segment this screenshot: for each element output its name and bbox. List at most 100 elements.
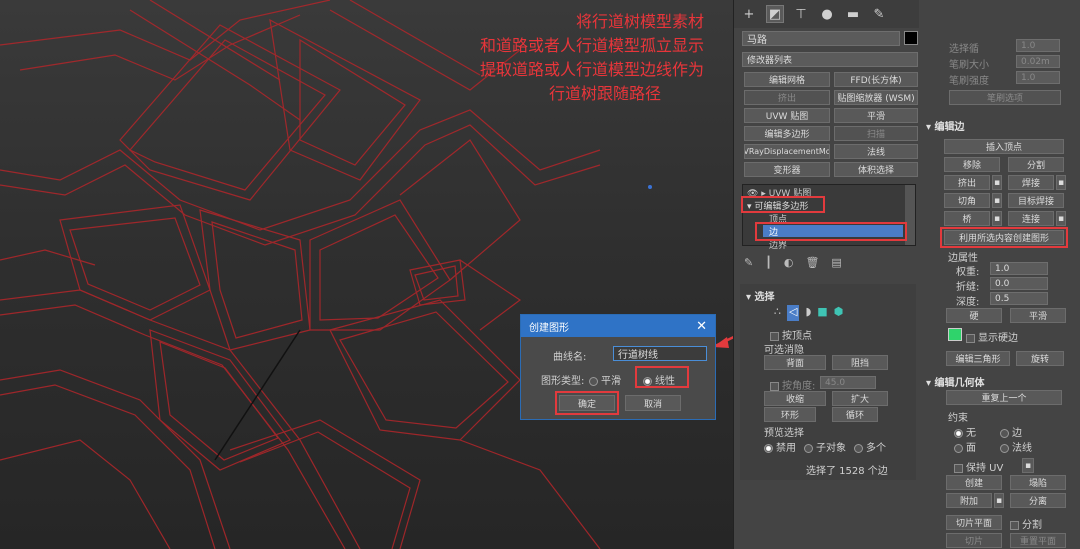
configure-modifier-sets-icon[interactable]: ▤: [831, 256, 841, 270]
insert-vertex-button[interactable]: 插入顶点: [944, 139, 1064, 154]
extrude-settings-button[interactable]: ▪: [992, 175, 1002, 190]
shrink-button[interactable]: 收缩: [764, 391, 826, 406]
weight-spinner[interactable]: 1.0: [990, 262, 1048, 275]
constraint-normal-radio[interactable]: 法线: [1000, 439, 1032, 454]
make-unique-icon[interactable]: ◐: [784, 256, 794, 270]
repeat-last-button[interactable]: 重复上一个: [946, 390, 1062, 405]
reset-plane-button[interactable]: 重置平面: [1010, 533, 1066, 548]
remove-modifier-trash-icon[interactable]: 🗑: [805, 256, 819, 270]
split-checkbox[interactable]: 分割: [1010, 516, 1042, 531]
shape-type-smooth-radio[interactable]: 平滑: [589, 372, 621, 387]
preserve-uv-settings-button[interactable]: ▪: [1022, 458, 1034, 473]
attach-button[interactable]: 附加: [946, 493, 992, 508]
edit-edges-header[interactable]: ▾ 编辑边: [926, 118, 965, 133]
modifier-button[interactable]: 平滑: [834, 108, 918, 123]
modifier-button[interactable]: UVW 贴图: [744, 108, 830, 123]
slice-button[interactable]: 切片: [946, 533, 1002, 548]
preview-disabled-label: 禁用: [776, 443, 796, 454]
modifier-button[interactable]: 编辑多边形: [744, 126, 830, 141]
hard-button[interactable]: 硬: [946, 308, 1002, 323]
depth-spinner[interactable]: 0.5: [990, 292, 1048, 305]
bridge-settings-button[interactable]: ▪: [992, 211, 1002, 226]
loop-button[interactable]: 循环: [832, 407, 878, 422]
create-tab-plus-icon[interactable]: +: [740, 5, 758, 23]
brush-options-button[interactable]: 笔刷选项: [949, 90, 1061, 105]
curve-name-input[interactable]: 行道树线: [613, 346, 707, 361]
modifier-button[interactable]: 扫描: [834, 126, 918, 141]
pin-stack-icon[interactable]: ✎: [744, 256, 753, 270]
attach-settings-button[interactable]: ▪: [994, 493, 1004, 508]
modifier-button[interactable]: 法线: [834, 144, 918, 159]
annotation-line-4: 行道树跟随路径: [548, 84, 661, 103]
crease-spinner[interactable]: 0.0: [990, 277, 1048, 290]
brush-strength-value[interactable]: 1.0: [1016, 71, 1060, 84]
extrude-button[interactable]: 挤出: [944, 175, 990, 190]
preview-disabled-radio[interactable]: 禁用: [764, 439, 796, 454]
command-panel: + ◩ ⊤ ● ▬ ✎ 马路 修改器列表 编辑网格 FFD(长方体) 挤出 贴图…: [733, 0, 1080, 549]
highlight-linear: [635, 366, 689, 388]
by-angle-checkbox[interactable]: 按角度:: [770, 377, 815, 392]
edit-triangles-button[interactable]: 编辑三角形: [946, 351, 1010, 366]
preserve-uv-checkbox[interactable]: 保持 UV: [954, 459, 1003, 474]
modifier-button[interactable]: VRayDisplacementMo: [744, 144, 830, 159]
modifier-button[interactable]: 贴图缩放器 (WSM): [834, 90, 918, 105]
split-button[interactable]: 分割: [1008, 157, 1064, 172]
modifier-button[interactable]: 挤出: [744, 90, 830, 105]
connect-settings-button[interactable]: ▪: [1056, 211, 1066, 226]
vertex-level-icon[interactable]: ∴: [774, 305, 781, 321]
turn-button[interactable]: 旋转: [1016, 351, 1064, 366]
element-level-icon[interactable]: ⬢: [834, 305, 844, 321]
preview-multi-radio[interactable]: 多个: [854, 439, 886, 454]
show-hard-edges-checkbox[interactable]: 显示硬边: [966, 329, 1018, 344]
create-button[interactable]: 创建: [946, 475, 1002, 490]
display-tab-icon[interactable]: ▬: [844, 5, 862, 23]
utilities-tab-wrench-icon[interactable]: ✎: [870, 5, 888, 23]
modifier-button[interactable]: 变形器: [744, 162, 830, 177]
brush-size-value[interactable]: 0.02m: [1016, 55, 1060, 68]
show-end-result-icon[interactable]: ┃: [765, 256, 772, 270]
backface-button[interactable]: 背面: [764, 355, 826, 370]
object-name-field[interactable]: 马路: [742, 31, 900, 46]
edge-level-icon[interactable]: ◁: [787, 305, 800, 321]
close-icon[interactable]: ✕: [696, 319, 707, 334]
motion-tab-icon[interactable]: ●: [818, 5, 836, 23]
viewport[interactable]: 将行道树模型素材 和道路或者人行道模型孤立显示 提取道路或人行道模型边线作为 行…: [0, 0, 733, 549]
modifier-button[interactable]: FFD(长方体): [834, 72, 918, 87]
modify-tab-icon[interactable]: ◩: [766, 5, 784, 23]
hard-edge-color-swatch[interactable]: [948, 328, 962, 341]
constraint-face-radio[interactable]: 面: [954, 439, 976, 454]
slice-plane-button[interactable]: 切片平面: [946, 515, 1002, 530]
highlight-edge-item: [755, 222, 907, 241]
weld-button[interactable]: 焊接: [1008, 175, 1054, 190]
modifier-button[interactable]: 编辑网格: [744, 72, 830, 87]
ring-button[interactable]: 环形: [764, 407, 816, 422]
chamfer-settings-button[interactable]: ▪: [992, 193, 1002, 208]
bridge-button[interactable]: 桥: [944, 211, 990, 226]
collapse-button[interactable]: 塌陷: [1010, 475, 1066, 490]
modifier-list-dropdown[interactable]: 修改器列表: [742, 52, 918, 67]
modifier-button[interactable]: 体积选择: [834, 162, 918, 177]
constraint-edge-radio[interactable]: 边: [1000, 424, 1022, 439]
border-level-icon[interactable]: ◗: [805, 305, 811, 321]
preview-subobject-radio[interactable]: 子对象: [804, 439, 846, 454]
connect-button[interactable]: 连接: [1008, 211, 1054, 226]
edge-properties-label: 边属性: [948, 253, 978, 264]
edit-geometry-header[interactable]: ▾ 编辑几何体: [926, 374, 985, 389]
by-vertex-checkbox[interactable]: 按顶点: [770, 327, 812, 342]
hierarchy-tab-icon[interactable]: ⊤: [792, 5, 810, 23]
remove-button[interactable]: 移除: [944, 157, 1000, 172]
polygon-level-icon[interactable]: ■: [817, 305, 827, 321]
object-color-swatch[interactable]: [904, 31, 918, 45]
cancel-button[interactable]: 取消: [625, 395, 681, 411]
constraint-none-radio[interactable]: 无: [954, 424, 976, 439]
selection-header[interactable]: ▾ 选择: [746, 288, 775, 303]
smooth-button[interactable]: 平滑: [1010, 308, 1066, 323]
angle-spinner[interactable]: 45.0: [820, 376, 876, 389]
weld-settings-button[interactable]: ▪: [1056, 175, 1066, 190]
target-weld-button[interactable]: 目标焊接: [1008, 193, 1064, 208]
soft-pinch-value[interactable]: 1.0: [1016, 39, 1060, 52]
detach-button[interactable]: 分离: [1010, 493, 1066, 508]
occluded-button[interactable]: 阻挡: [832, 355, 888, 370]
grow-button[interactable]: 扩大: [832, 391, 888, 406]
chamfer-button[interactable]: 切角: [944, 193, 990, 208]
